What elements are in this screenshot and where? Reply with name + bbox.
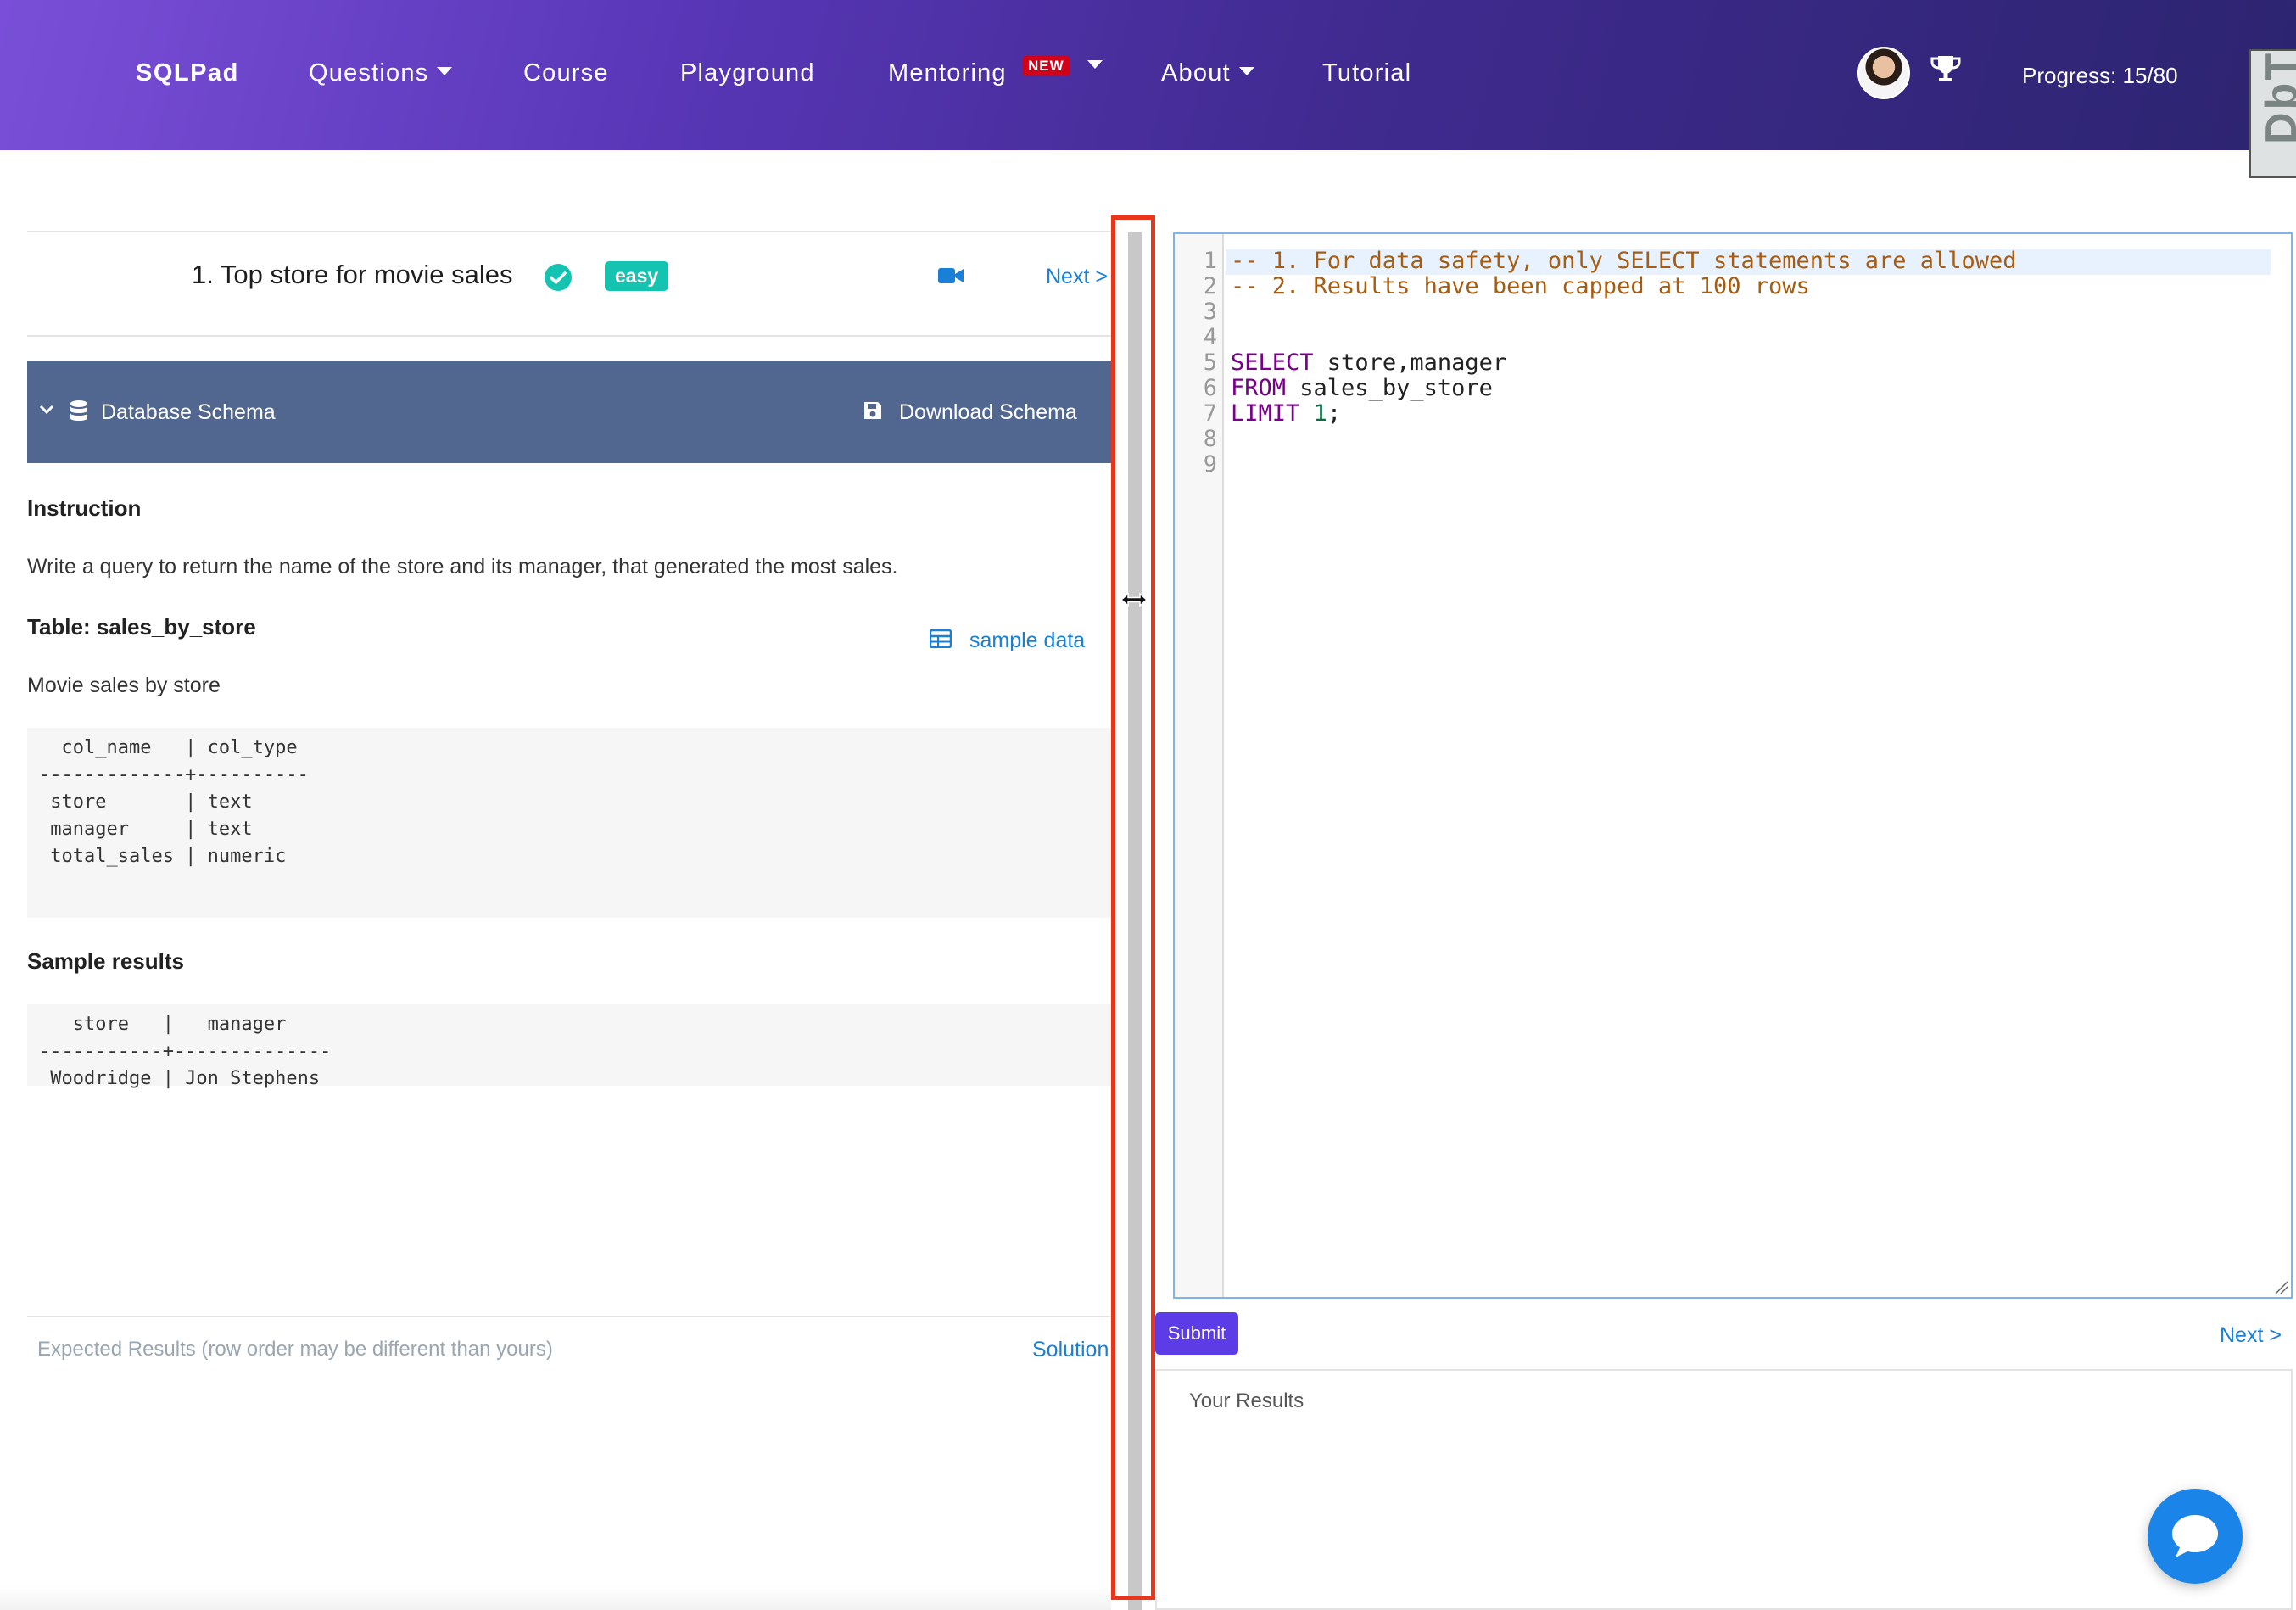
divider [27,231,1111,232]
code-line[interactable]: FROM sales_by_store [1231,375,1493,401]
sql-keyword: FROM [1231,375,1287,401]
chat-button[interactable] [2148,1489,2243,1584]
nav-tutorial[interactable]: Tutorial [1322,59,1411,87]
database-schema-label: Database Schema [101,400,276,424]
table-schema-block: col_name | col_type -------------+------… [27,728,1111,918]
sql-keyword: SELECT [1231,349,1314,376]
code-line[interactable]: -- 2. Results have been capped at 100 ro… [1231,273,1810,299]
database-schema-bar[interactable]: Database Schema Download Schema [27,361,1111,463]
line-number: 2 [1203,273,1217,299]
divider [27,1316,1111,1317]
chevron-down-icon [1238,67,1254,76]
sql-text: ; [1327,400,1342,427]
line-number: 6 [1203,375,1217,401]
resize-grip-icon[interactable] [2273,1279,2288,1294]
your-results-label: Your Results [1189,1389,1304,1412]
brand-logo[interactable]: SQLPad [136,59,239,87]
next-question-link-bottom[interactable]: Next > [2220,1323,2282,1348]
chevron-down-icon [437,67,453,76]
sql-text: sales_by_store [1286,375,1493,401]
line-number: 9 [1203,451,1217,478]
submit-button[interactable]: Submit [1155,1312,1238,1355]
nav-questions[interactable]: Questions [309,59,453,87]
resize-cursor-icon [1120,592,1148,607]
solution-link[interactable]: Solution [1032,1338,1109,1362]
corner-thumbnail: DbT [2249,49,2296,178]
nav-about[interactable]: About [1161,59,1254,87]
difficulty-badge: easy [605,261,669,291]
line-number: 1 [1203,248,1217,274]
nav-questions-label: Questions [309,59,429,87]
expected-results-label: Expected Results (row order may be diffe… [37,1338,553,1361]
avatar[interactable] [1857,47,1910,99]
nav-about-label: About [1161,59,1231,87]
panel-fade [0,1586,1111,1610]
line-number: 4 [1203,324,1217,350]
splitter-highlight-box [1111,215,1155,1600]
table-icon[interactable] [930,629,952,648]
sample-results-block: store | manager -----------+------------… [27,1004,1111,1089]
sample-results-heading: Sample results [27,948,184,974]
database-icon [70,400,87,421]
table-heading: Table: sales_by_store [27,614,256,640]
instruction-text: Write a query to return the name of the … [27,555,898,579]
chevron-down-icon[interactable] [39,405,54,415]
question-title: 1. Top store for movie sales [192,260,513,289]
sql-keyword: LIMIT [1231,400,1300,427]
code-line[interactable]: SELECT store,manager [1231,349,1506,376]
sql-text: store,manager [1313,349,1507,376]
line-number: 3 [1203,299,1217,325]
top-navbar: SQLPad Questions Course Playground Mento… [0,0,2296,150]
next-question-link[interactable]: Next > [1046,265,1108,289]
save-icon [864,402,881,419]
results-panel [1155,1369,2293,1610]
chat-bubble-icon [2172,1515,2218,1557]
code-line[interactable]: LIMIT 1; [1231,400,1341,427]
line-number: 5 [1203,349,1217,376]
line-number: 8 [1203,426,1217,452]
download-schema-button[interactable]: Download Schema [899,400,1077,425]
check-circle-icon [545,264,572,291]
video-icon[interactable] [938,266,964,285]
chevron-down-icon[interactable] [1087,60,1103,69]
corner-thumbnail-text: DbT [2257,50,2296,144]
trophy-icon[interactable] [1930,54,1961,83]
nav-playground[interactable]: Playground [680,59,815,87]
instruction-heading: Instruction [27,495,142,521]
nav-course[interactable]: Course [523,59,609,87]
sql-number: 1 [1313,400,1327,427]
new-badge: NEW [1023,56,1070,76]
nav-mentoring[interactable]: Mentoring [888,59,1007,87]
sample-data-link[interactable]: sample data [969,629,1085,653]
nav-mentoring-label: Mentoring [888,59,1007,87]
progress-indicator: Progress: 15/80 [2022,63,2178,88]
divider [27,335,1111,337]
table-description: Movie sales by store [27,674,221,697]
code-line[interactable]: -- 1. For data safety, only SELECT state… [1231,248,2017,274]
line-number: 7 [1203,400,1217,427]
